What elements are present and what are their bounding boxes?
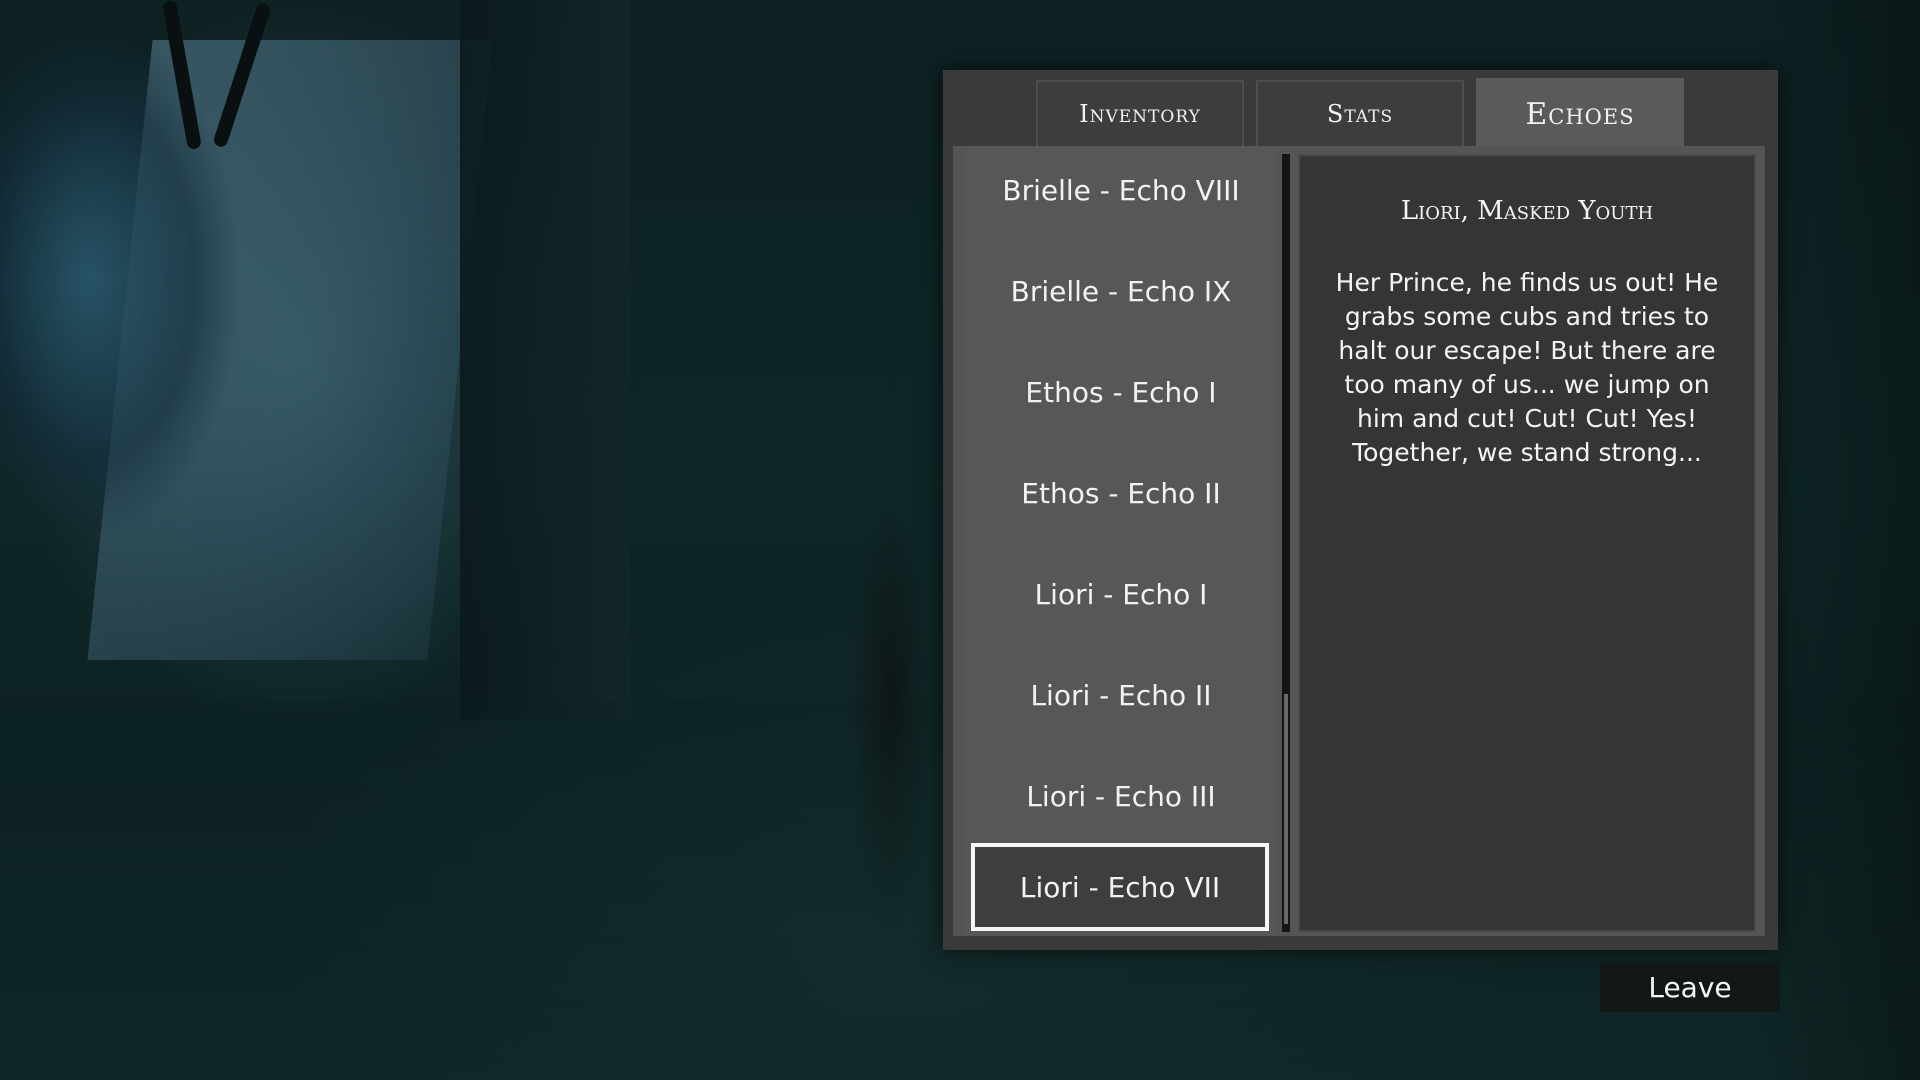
tab-inventory[interactable]: Inventory bbox=[1036, 80, 1244, 146]
echo-text: Her Prince, he finds us out! He grabs so… bbox=[1335, 268, 1719, 467]
echo-detail-pane: Liori, Masked Youth Her Prince, he finds… bbox=[1298, 154, 1756, 932]
echo-list[interactable]: Brielle - Echo VIII Brielle - Echo IX Et… bbox=[965, 146, 1277, 936]
list-scrollbar[interactable] bbox=[1282, 154, 1290, 932]
list-item[interactable]: Brielle - Echo VIII bbox=[965, 146, 1277, 234]
list-item[interactable]: Liori - Echo III bbox=[965, 752, 1277, 840]
list-item[interactable]: Liori - Echo I bbox=[965, 550, 1277, 638]
tab-stats[interactable]: Stats bbox=[1256, 80, 1464, 146]
echo-title: Liori, Masked Youth bbox=[1400, 196, 1654, 226]
background-pillar bbox=[460, 0, 630, 720]
leave-button[interactable]: Leave bbox=[1600, 962, 1780, 1012]
list-item[interactable]: Ethos - Echo II bbox=[965, 449, 1277, 537]
list-item[interactable]: Brielle - Echo IX bbox=[965, 247, 1277, 335]
tab-echoes[interactable]: Echoes bbox=[1476, 78, 1684, 148]
list-item[interactable]: Liori - Echo II bbox=[965, 651, 1277, 739]
tab-bar: Inventory Stats Echoes bbox=[1036, 78, 1696, 150]
scrollbar-thumb[interactable] bbox=[1284, 694, 1288, 924]
list-item[interactable]: Ethos - Echo I bbox=[965, 348, 1277, 436]
echoes-content: Brielle - Echo VIII Brielle - Echo IX Et… bbox=[953, 146, 1765, 936]
journal-panel: Inventory Stats Echoes Brielle - Echo VI… bbox=[943, 70, 1778, 950]
list-item-selected[interactable]: Liori - Echo VII bbox=[971, 843, 1269, 931]
